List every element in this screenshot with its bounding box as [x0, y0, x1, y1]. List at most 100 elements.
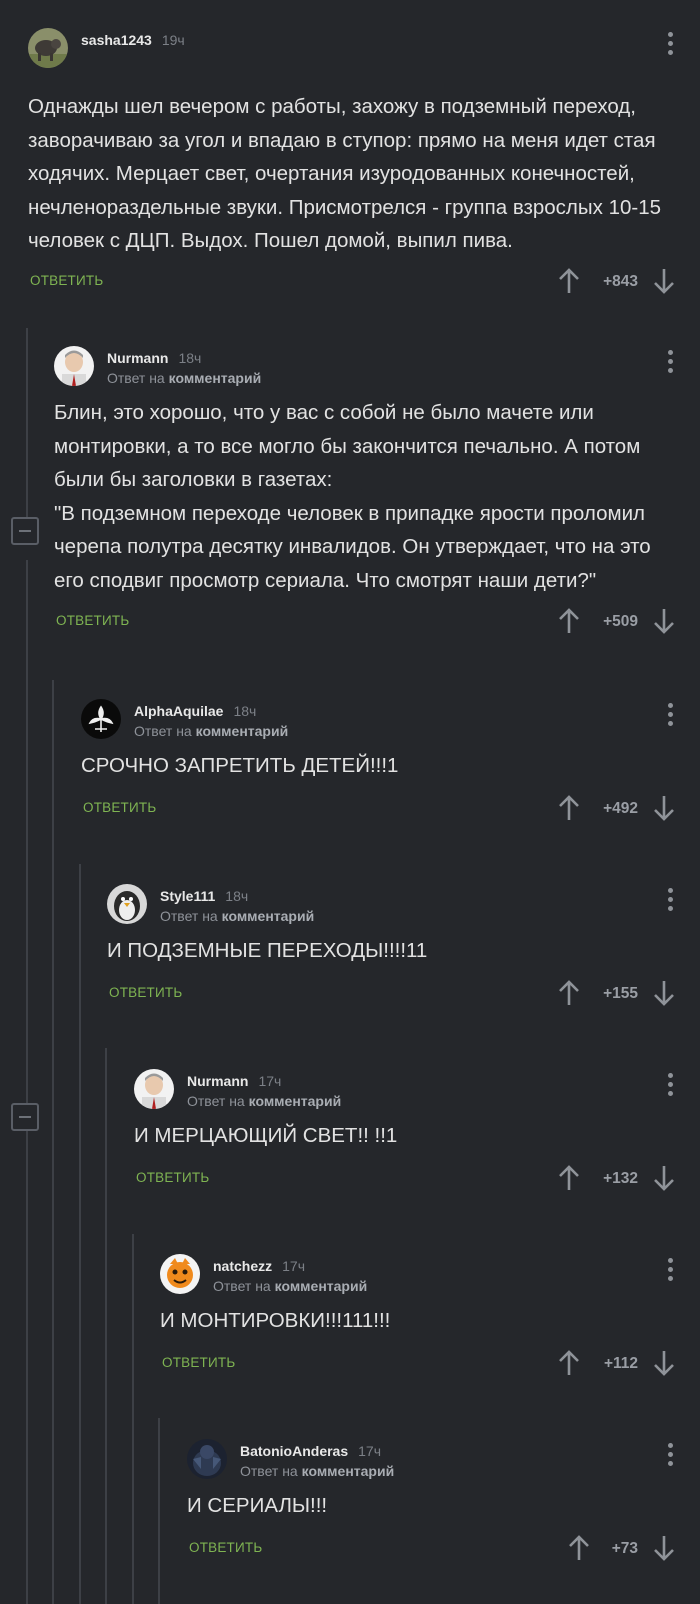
reply-to: Ответ на комментарий [160, 908, 315, 924]
upvote-icon[interactable] [555, 1349, 583, 1377]
reply-button[interactable]: ОТВЕТИТЬ [136, 1170, 209, 1185]
comment: Nurmann 17ч Ответ на комментарий И МЕРЦАЮ… [134, 1067, 700, 1198]
comment-text: И МОНТИРОВКИ!!!111!!! [160, 1309, 391, 1332]
timestamp: 18ч [225, 888, 249, 904]
comment-text: И СЕРИАЛЫ!!! [187, 1494, 328, 1517]
downvote-icon[interactable] [650, 267, 678, 295]
comment-rating: +492 [603, 799, 638, 817]
reply-button[interactable]: ОТВЕТИТЬ [109, 985, 182, 1000]
upvote-icon[interactable] [555, 267, 583, 295]
comment-header: Nurmann 17ч Ответ на комментарий [134, 1067, 700, 1111]
reply-to-link[interactable]: комментарий [222, 908, 315, 924]
collapse-thread-button[interactable] [11, 517, 39, 545]
comment-actions: ОТВЕТИТЬ +155 [107, 973, 700, 1013]
comment: AlphaAquilae 18ч Ответ на комментарий СРО… [81, 697, 700, 828]
timestamp: 19ч [161, 32, 185, 48]
more-options-icon[interactable] [668, 1443, 674, 1470]
avatar[interactable] [81, 699, 121, 739]
avatar[interactable] [160, 1254, 200, 1294]
comment-text: Однажды шел вечером с работы, захожу в п… [28, 95, 662, 252]
downvote-icon[interactable] [650, 1534, 678, 1562]
comment: Style111 18ч Ответ на комментарий И ПОДЗЕ… [107, 882, 700, 1013]
timestamp: 17ч [258, 1073, 282, 1089]
avatar[interactable] [54, 346, 94, 386]
reply-to-link[interactable]: комментарий [275, 1278, 368, 1294]
comment-actions: ОТВЕТИТЬ +509 [54, 601, 700, 641]
more-options-icon[interactable] [668, 350, 674, 377]
comment-header: sasha1243 19ч [28, 26, 700, 70]
thread-line [158, 1418, 160, 1604]
comment-header: natchezz 17ч Ответ на комментарий [160, 1252, 700, 1296]
timestamp: 18ч [233, 703, 257, 719]
upvote-icon[interactable] [555, 979, 583, 1007]
comment: Nurmann 18ч Ответ на комментарий Блин, эт… [54, 344, 700, 641]
comment-header: BatonioAnderas 17ч Ответ на комментарий [187, 1437, 700, 1481]
comment-text: СРОЧНО ЗАПРЕТИТЬ ДЕТЕЙ!!!1 [81, 754, 399, 777]
comment-header: Nurmann 18ч Ответ на комментарий [54, 344, 700, 388]
comment-actions: ОТВЕТИТЬ +132 [134, 1158, 700, 1198]
comment-actions: ОТВЕТИТЬ +492 [81, 788, 700, 828]
avatar[interactable] [107, 884, 147, 924]
avatar[interactable] [28, 28, 68, 68]
comment-text: И МЕРЦАЮЩИЙ СВЕТ!! !!1 [134, 1124, 398, 1147]
timestamp: 18ч [178, 350, 202, 366]
reply-to: Ответ на комментарий [240, 1463, 395, 1479]
reply-to: Ответ на комментарий [107, 370, 262, 386]
comment-rating: +112 [603, 1354, 638, 1372]
thread-line [26, 328, 28, 526]
downvote-icon[interactable] [650, 607, 678, 635]
comment-actions: ОТВЕТИТЬ +843 [28, 261, 700, 301]
timestamp: 17ч [282, 1258, 305, 1274]
comment-rating: +843 [603, 272, 638, 290]
downvote-icon[interactable] [650, 794, 678, 822]
avatar[interactable] [134, 1069, 174, 1109]
username[interactable]: natchezz 17ч [213, 1258, 305, 1274]
reply-button[interactable]: ОТВЕТИТЬ [56, 613, 129, 628]
thread-line [132, 1234, 134, 1604]
thread-line [52, 680, 54, 1604]
username[interactable]: Nurmann 17ч [187, 1073, 281, 1089]
downvote-icon[interactable] [650, 1349, 678, 1377]
thread-line [105, 1048, 107, 1604]
thread-line [79, 864, 81, 1604]
reply-to-link[interactable]: комментарий [169, 370, 262, 386]
downvote-icon[interactable] [650, 979, 678, 1007]
reply-to: Ответ на комментарий [187, 1093, 342, 1109]
comment: sasha1243 19ч Однажды шел вечером с работ… [28, 26, 700, 301]
reply-to: Ответ на комментарий [134, 723, 289, 739]
username[interactable]: BatonioAnderas 17ч [240, 1443, 381, 1459]
username[interactable]: Nurmann 18ч [107, 350, 201, 366]
reply-to-link[interactable]: комментарий [302, 1463, 395, 1479]
reply-button[interactable]: ОТВЕТИТЬ [30, 273, 103, 288]
username[interactable]: sasha1243 19ч [81, 32, 185, 48]
reply-to-link[interactable]: комментарий [249, 1093, 342, 1109]
comment-header: Style111 18ч Ответ на комментарий [107, 882, 700, 926]
comment-header: AlphaAquilae 18ч Ответ на комментарий [81, 697, 700, 741]
comment-rating: +155 [603, 984, 638, 1002]
comment-text: Блин, это хорошо, что у вас с собой не б… [54, 401, 651, 592]
more-options-icon[interactable] [668, 1073, 674, 1100]
comment: natchezz 17ч Ответ на комментарий И МОНТИ… [160, 1252, 700, 1383]
comment-rating: +73 [611, 1539, 638, 1557]
username[interactable]: AlphaAquilae 18ч [134, 703, 256, 719]
reply-button[interactable]: ОТВЕТИТЬ [162, 1355, 235, 1370]
more-options-icon[interactable] [668, 1258, 674, 1285]
more-options-icon[interactable] [668, 32, 674, 59]
timestamp: 17ч [358, 1443, 381, 1459]
avatar[interactable] [187, 1439, 227, 1479]
username[interactable]: Style111 18ч [160, 888, 248, 904]
upvote-icon[interactable] [555, 607, 583, 635]
reply-button[interactable]: ОТВЕТИТЬ [83, 800, 156, 815]
collapse-thread-button[interactable] [11, 1103, 39, 1131]
reply-button[interactable]: ОТВЕТИТЬ [189, 1540, 262, 1555]
comment: BatonioAnderas 17ч Ответ на комментарий И… [187, 1437, 700, 1568]
upvote-icon[interactable] [565, 1534, 593, 1562]
reply-to: Ответ на комментарий [213, 1278, 368, 1294]
upvote-icon[interactable] [555, 1164, 583, 1192]
more-options-icon[interactable] [668, 703, 674, 730]
downvote-icon[interactable] [650, 1164, 678, 1192]
upvote-icon[interactable] [555, 794, 583, 822]
more-options-icon[interactable] [668, 888, 674, 915]
comment-rating: +509 [603, 613, 638, 630]
reply-to-link[interactable]: комментарий [196, 723, 289, 739]
